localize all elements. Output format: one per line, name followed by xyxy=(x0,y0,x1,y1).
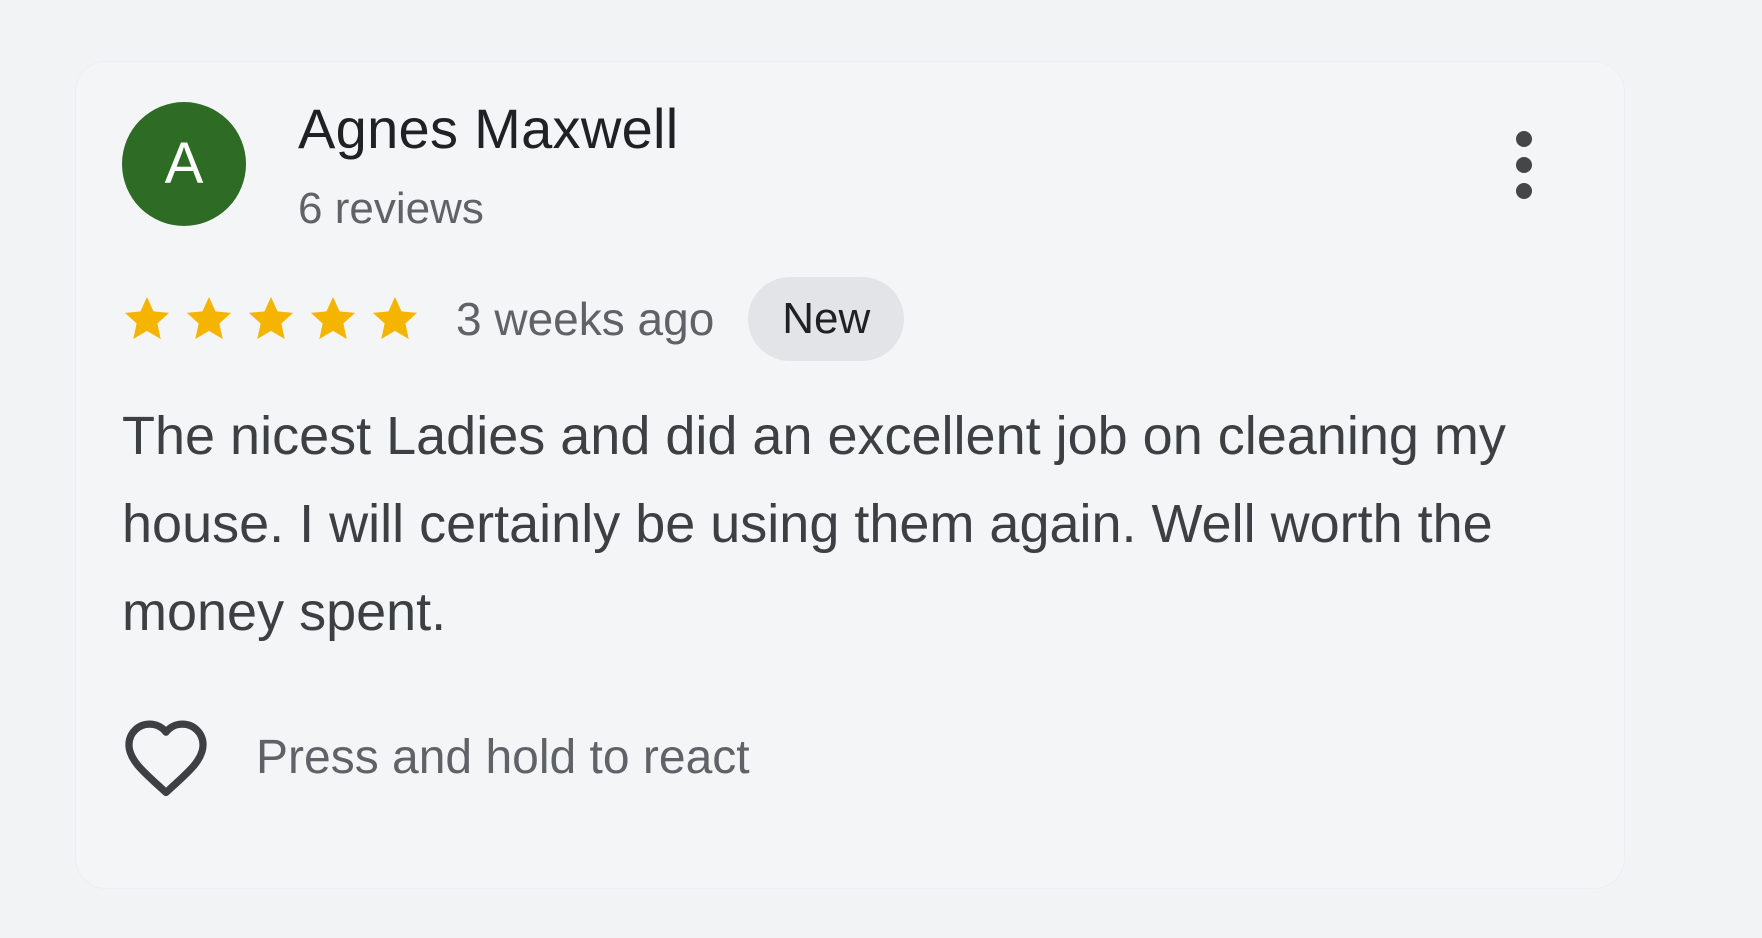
react-label: Press and hold to react xyxy=(256,730,750,784)
star-icon xyxy=(372,296,418,340)
avatar[interactable]: A xyxy=(122,102,246,226)
more-vert-icon xyxy=(1516,131,1532,199)
author-review-count: 6 reviews xyxy=(298,184,484,233)
review-text: The nicest Ladies and did an excellent j… xyxy=(122,406,1506,642)
new-badge: New xyxy=(748,277,905,361)
heart-outline-icon xyxy=(125,720,207,797)
review-card: A Agnes Maxwell 6 reviews 3 weeks ago Ne… xyxy=(76,62,1624,888)
react-button[interactable]: Press and hold to react xyxy=(120,712,750,802)
star-icon xyxy=(248,296,294,340)
avatar-initial: A xyxy=(164,131,204,196)
review-time: 3 weeks ago xyxy=(456,293,715,345)
more-options-button[interactable] xyxy=(1494,120,1554,210)
star-icon xyxy=(186,296,232,340)
author-name[interactable]: Agnes Maxwell xyxy=(298,96,679,161)
star-rating xyxy=(120,292,422,346)
star-icon xyxy=(310,296,356,340)
rating-row: 3 weeks ago New xyxy=(120,274,905,364)
star-icon xyxy=(124,296,170,340)
page-background: A Agnes Maxwell 6 reviews 3 weeks ago Ne… xyxy=(0,0,1762,938)
